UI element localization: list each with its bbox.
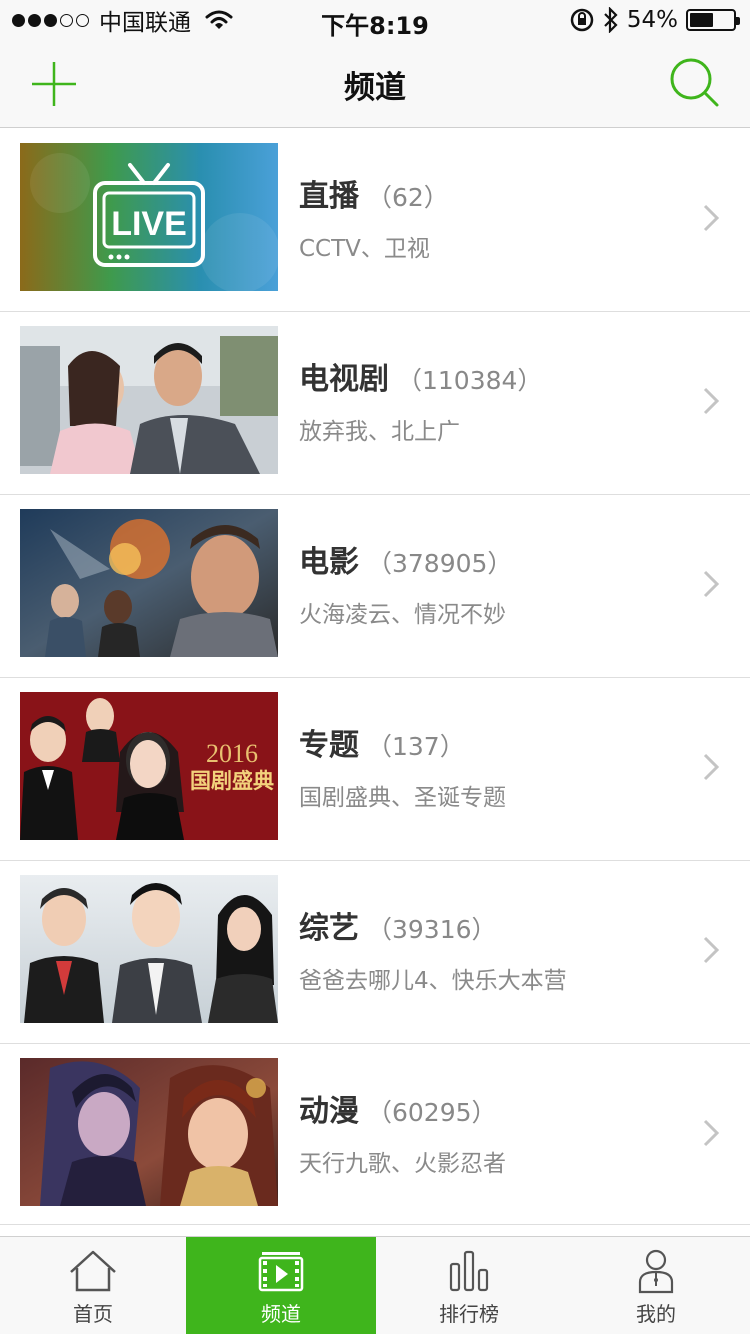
person-icon	[638, 1249, 674, 1294]
channel-subtitle: 放弃我、北上广	[299, 419, 460, 445]
channel-thumbnail: 2016 国剧盛典	[20, 692, 278, 840]
chevron-right-icon	[703, 570, 720, 598]
nav-bar: 频道	[0, 40, 750, 128]
channel-name: 专题	[299, 728, 359, 763]
chevron-right-icon	[703, 204, 720, 232]
tab-label: 排行榜	[439, 1302, 499, 1326]
channel-row-tv-series[interactable]: 电视剧 （110384） 放弃我、北上广	[0, 312, 750, 495]
chevron-right-icon	[703, 387, 720, 415]
channel-subtitle: 爸爸去哪儿4、快乐大本营	[299, 968, 567, 994]
channel-row-movies[interactable]: 电影 （378905） 火海凌云、情况不妙	[0, 495, 750, 678]
page-title: 频道	[344, 70, 406, 106]
battery-icon	[686, 9, 740, 31]
bluetooth-icon	[604, 7, 618, 33]
status-bar: 中国联通 下午8:19 54%	[0, 0, 750, 40]
tab-label: 我的	[636, 1302, 676, 1326]
channel-count: （39316）	[367, 915, 497, 944]
channel-thumbnail	[20, 1058, 278, 1206]
channel-thumbnail: LIVE	[20, 143, 278, 291]
channel-title: 专题 （137）	[299, 720, 465, 764]
channel-count: （110384）	[397, 366, 543, 395]
channel-thumbnail	[20, 875, 278, 1023]
specials-thumb-title: 国剧盛典	[190, 769, 274, 793]
film-play-icon	[258, 1252, 304, 1292]
tab-rankings[interactable]: 排行榜	[376, 1237, 562, 1334]
channel-subtitle: CCTV、卫视	[299, 236, 430, 262]
channel-title: 综艺 （39316）	[299, 903, 497, 947]
live-thumb-text: LIVE	[111, 205, 187, 243]
channel-name: 电视剧	[299, 362, 389, 397]
channel-title: 电影 （378905）	[299, 537, 512, 581]
bar-chart-icon	[449, 1250, 489, 1292]
battery-percent: 54%	[626, 7, 678, 33]
channel-subtitle: 天行九歌、火影忍者	[299, 1151, 506, 1177]
channel-name: 综艺	[299, 911, 359, 946]
home-icon	[70, 1250, 116, 1292]
rotation-lock-icon	[570, 8, 594, 32]
tab-label: 频道	[261, 1302, 301, 1326]
channel-thumbnail	[20, 326, 278, 474]
channel-row-live[interactable]: LIVE 直播 （62） CCTV、卫视	[0, 129, 750, 312]
channel-row-variety[interactable]: 综艺 （39316） 爸爸去哪儿4、快乐大本营	[0, 861, 750, 1044]
channel-count: （60295）	[367, 1098, 497, 1127]
search-icon[interactable]	[668, 56, 722, 110]
channel-name: 动漫	[299, 1094, 359, 1129]
channel-name: 电影	[299, 545, 359, 580]
channel-row-specials[interactable]: 2016 国剧盛典 专题 （137） 国剧盛典、圣诞专题	[0, 678, 750, 861]
chevron-right-icon	[703, 753, 720, 781]
tab-home[interactable]: 首页	[0, 1237, 186, 1334]
status-right: 54%	[569, 6, 740, 34]
channel-title: 直播 （62）	[299, 171, 449, 215]
battery-fill	[690, 13, 713, 27]
tab-profile[interactable]: 我的	[562, 1237, 750, 1334]
chevron-right-icon	[703, 1119, 720, 1147]
channel-list: LIVE 直播 （62） CCTV、卫视 电视剧 （110384） 放弃我、北上…	[0, 129, 750, 1225]
channel-title: 动漫 （60295）	[299, 1086, 497, 1130]
channel-name: 直播	[299, 179, 359, 214]
chevron-right-icon	[703, 936, 720, 964]
channel-count: （137）	[367, 732, 465, 761]
channel-title: 电视剧 （110384）	[299, 354, 542, 398]
channel-subtitle: 国剧盛典、圣诞专题	[299, 785, 506, 811]
tab-channels[interactable]: 频道	[186, 1237, 376, 1334]
specials-thumb-year: 2016	[206, 739, 258, 768]
channel-subtitle: 火海凌云、情况不妙	[299, 602, 506, 628]
channel-count: （62）	[367, 183, 449, 212]
channel-thumbnail	[20, 509, 278, 657]
channel-row-anime[interactable]: 动漫 （60295） 天行九歌、火影忍者	[0, 1044, 750, 1225]
tab-label: 首页	[73, 1302, 113, 1326]
channel-count: （378905）	[367, 549, 513, 578]
tab-bar: 首页 频道 排行榜 我的	[0, 1236, 750, 1334]
